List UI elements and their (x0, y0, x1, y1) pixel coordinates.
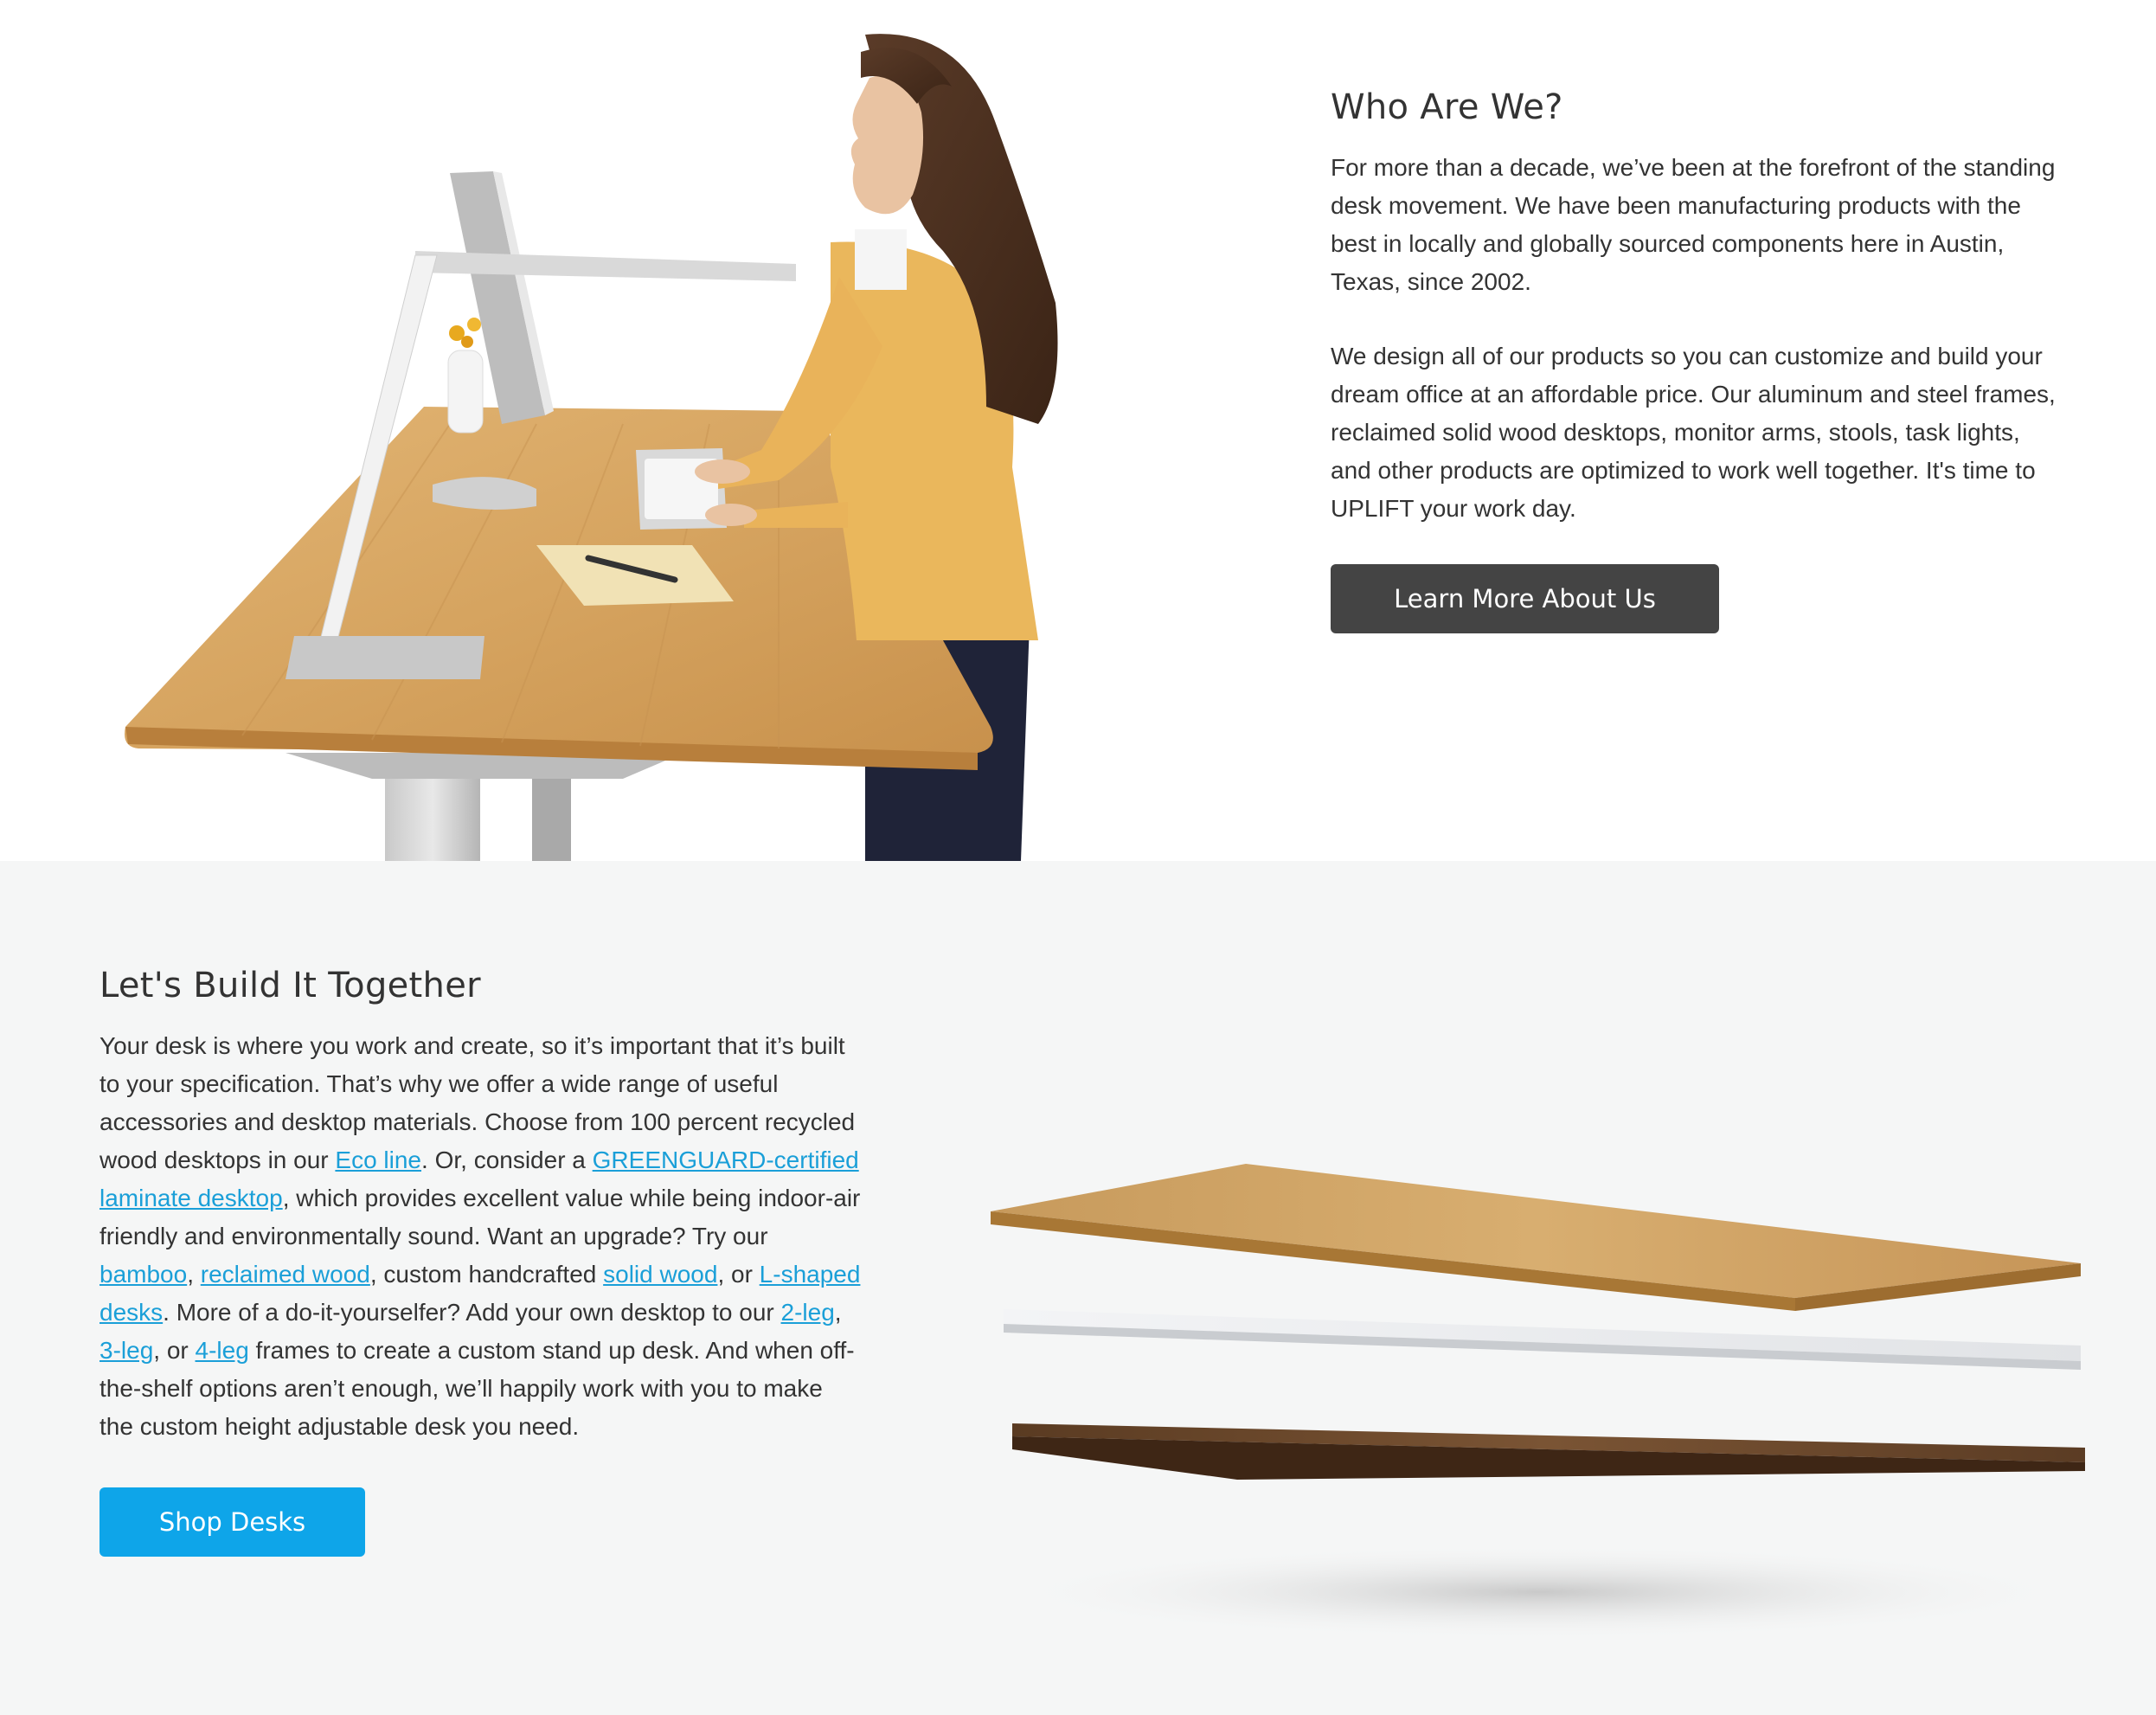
paragraph-text: , or (153, 1337, 196, 1364)
build-together-heading: Let's Build It Together (99, 966, 481, 1005)
paragraph-text: . More of a do-it-yourselfer? Add your o… (163, 1299, 781, 1326)
4-leg-link[interactable]: 4-leg (196, 1337, 249, 1364)
2-leg-link[interactable]: 2-leg (781, 1299, 835, 1326)
who-are-we-heading: Who Are We? (1331, 87, 1563, 127)
build-together-section: Let's Build It Together Your desk is whe… (0, 861, 2156, 1715)
paragraph-text: , custom handcrafted (369, 1261, 604, 1288)
who-are-we-paragraph-1: For more than a decade, we’ve been at th… (1331, 154, 2056, 295)
paragraph-text: , (187, 1261, 201, 1288)
desktop-shadow (1004, 1545, 2076, 1640)
3-leg-link[interactable]: 3-leg (99, 1337, 153, 1364)
paragraph-text: . Or, consider a (421, 1147, 593, 1173)
eco-line-link[interactable]: Eco line (335, 1147, 421, 1173)
solid-wood-link[interactable]: solid wood (603, 1261, 717, 1288)
who-are-we-content: Who Are We? For more than a decade, we’v… (1331, 87, 2057, 633)
paragraph-text: , (834, 1299, 842, 1326)
who-are-we-section: Who Are We? For more than a decade, we’v… (0, 0, 2156, 861)
greenguard-certified-link[interactable]: GREENGUARD-certified (593, 1147, 859, 1173)
laminate-desktop-link[interactable]: laminate desktop (99, 1185, 283, 1211)
shop-desks-button[interactable]: Shop Desks (99, 1487, 365, 1557)
bamboo-link[interactable]: bamboo (99, 1261, 187, 1288)
learn-more-about-us-button[interactable]: Learn More About Us (1331, 564, 1719, 633)
stacked-desktop-materials-photo (991, 1164, 2085, 1640)
woman-at-standing-desk-photo (125, 34, 1058, 861)
who-are-we-paragraph-2: We design all of our products so you can… (1331, 343, 2056, 522)
reclaimed-wood-link[interactable]: reclaimed wood (201, 1261, 370, 1288)
build-together-content: Let's Build It Together Your desk is whe… (99, 965, 861, 1557)
paragraph-text: , or (717, 1261, 760, 1288)
build-together-paragraph: Your desk is where you work and create, … (99, 1027, 861, 1446)
